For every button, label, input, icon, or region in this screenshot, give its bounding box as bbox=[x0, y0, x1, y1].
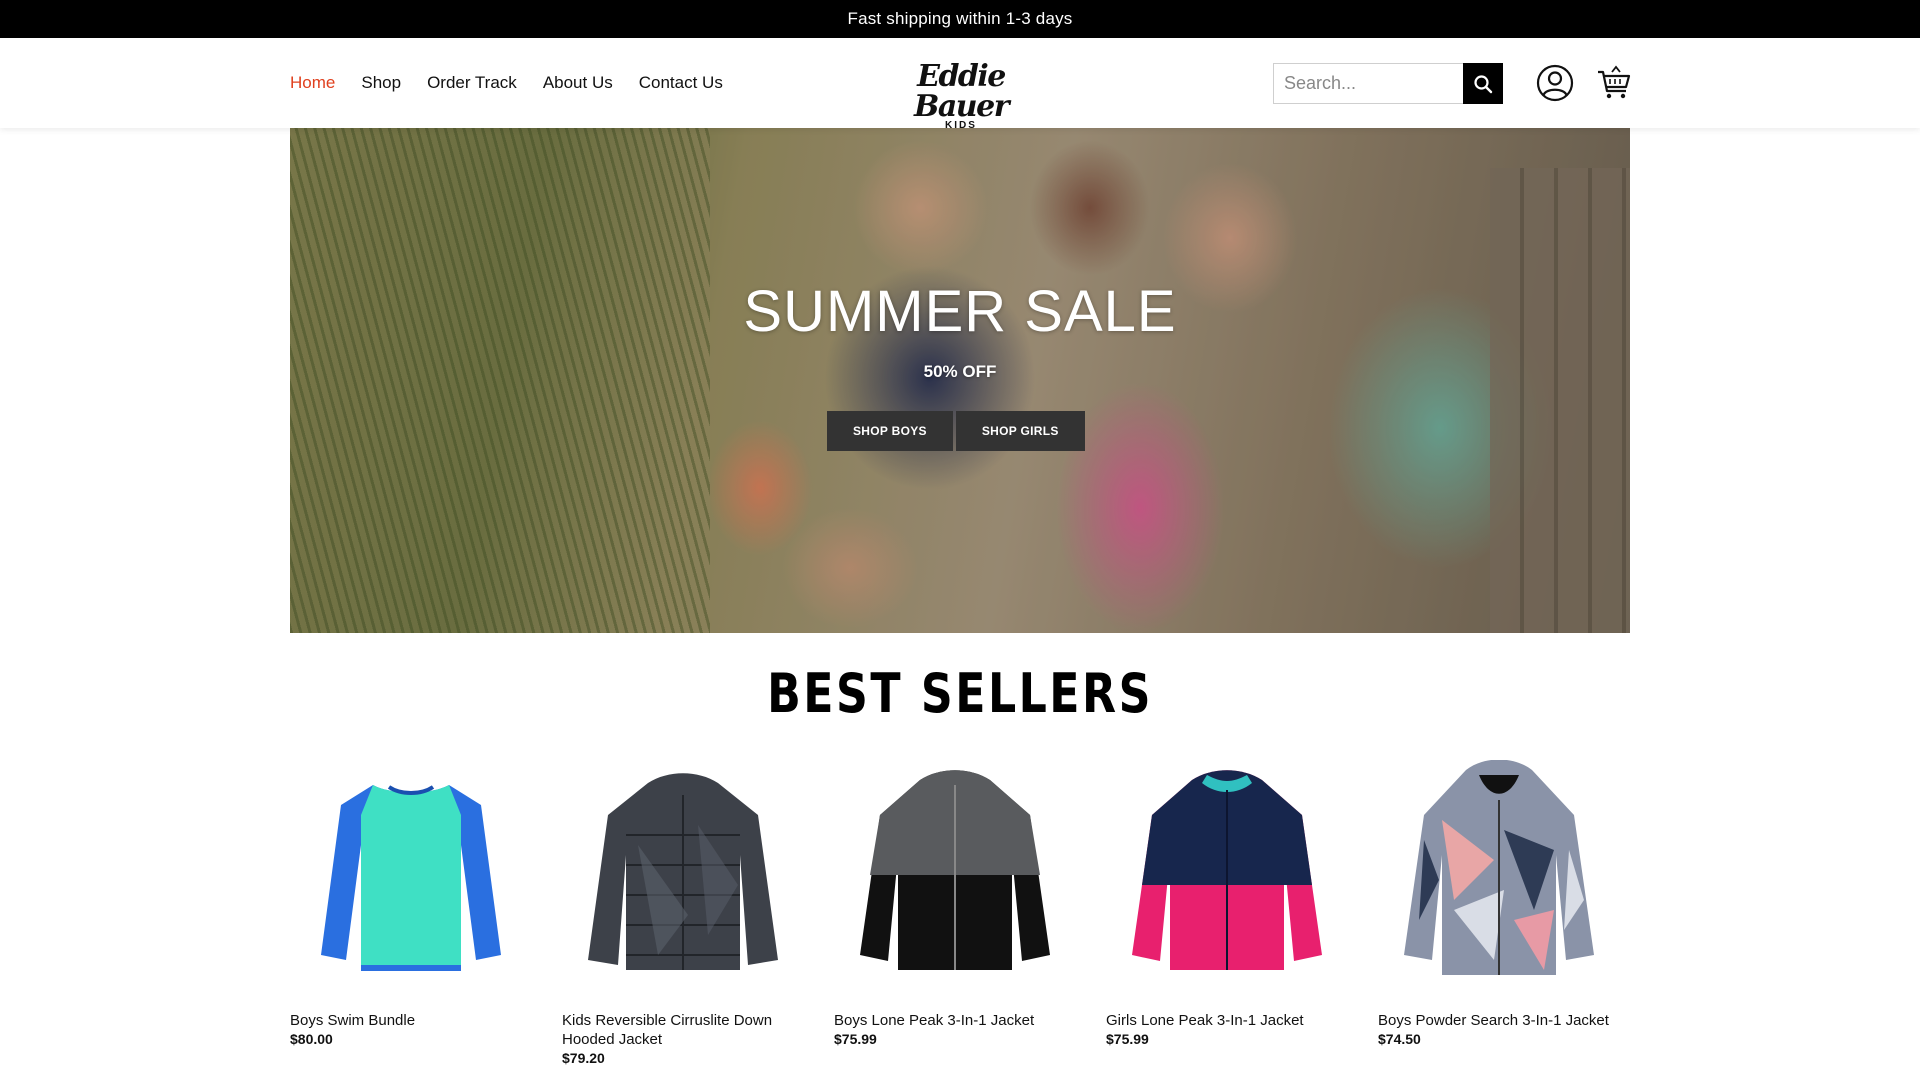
user-icon[interactable] bbox=[1536, 64, 1574, 102]
nav-home[interactable]: Home bbox=[290, 73, 335, 93]
boys-jacket-image bbox=[860, 770, 1050, 970]
product-grid: Boys Swim Bundle $80.00 Kids Reversible … bbox=[290, 755, 1630, 1066]
product-card[interactable]: Boys Powder Search 3-In-1 Jacket $74.50 bbox=[1378, 755, 1620, 1066]
shop-boys-button[interactable]: SHOP BOYS bbox=[827, 411, 953, 451]
nav-shop[interactable]: Shop bbox=[361, 73, 401, 93]
product-price: $80.00 bbox=[290, 1031, 333, 1047]
logo-wordmark: Eddie Bauer bbox=[914, 59, 1010, 124]
hero-title: SUMMER SALE bbox=[743, 279, 1177, 344]
product-name[interactable]: Boys Lone Peak 3-In-1 Jacket bbox=[834, 1011, 1076, 1030]
product-price: $74.50 bbox=[1378, 1031, 1421, 1047]
rashguard-shirt-image bbox=[321, 785, 501, 971]
product-price: $79.20 bbox=[562, 1050, 605, 1066]
product-card[interactable]: Kids Reversible Cirruslite Down Hooded J… bbox=[562, 755, 804, 1066]
hero-banner: SUMMER SALE 50% OFF SHOP BOYS SHOP GIRLS bbox=[290, 128, 1630, 633]
product-name[interactable]: Boys Powder Search 3-In-1 Jacket bbox=[1378, 1011, 1620, 1030]
search-icon bbox=[1474, 74, 1493, 93]
nav-about-us[interactable]: About Us bbox=[543, 73, 613, 93]
logo-subtitle: KIDS bbox=[945, 120, 977, 131]
product-name[interactable]: Kids Reversible Cirruslite Down Hooded J… bbox=[562, 1011, 804, 1049]
product-image[interactable] bbox=[562, 755, 804, 995]
product-price: $75.99 bbox=[1106, 1031, 1149, 1047]
product-image[interactable] bbox=[834, 755, 1076, 995]
hero-subtitle: 50% OFF bbox=[923, 362, 997, 381]
search-input[interactable] bbox=[1273, 63, 1463, 104]
product-card[interactable]: Boys Lone Peak 3-In-1 Jacket $75.99 bbox=[834, 755, 1076, 1066]
search-bar bbox=[1273, 63, 1503, 104]
announcement-bar: Fast shipping within 1-3 days bbox=[0, 0, 1920, 38]
product-card[interactable]: Boys Swim Bundle $80.00 bbox=[290, 755, 532, 1066]
product-name[interactable]: Girls Lone Peak 3-In-1 Jacket bbox=[1106, 1011, 1348, 1030]
announcement-text: Fast shipping within 1-3 days bbox=[847, 9, 1073, 28]
nav-contact-us[interactable]: Contact Us bbox=[639, 73, 723, 93]
main-nav: Home Shop Order Track About Us Contact U… bbox=[290, 38, 723, 128]
camo-jacket-image bbox=[1404, 760, 1594, 975]
product-image[interactable] bbox=[1378, 755, 1620, 995]
puffer-jacket-image bbox=[588, 773, 778, 970]
site-header: Home Shop Order Track About Us Contact U… bbox=[0, 38, 1920, 132]
best-sellers-title: BEST SELLERS bbox=[767, 662, 1153, 725]
hero-buttons: SHOP BOYS SHOP GIRLS bbox=[827, 411, 1085, 451]
product-name[interactable]: Boys Swim Bundle bbox=[290, 1011, 532, 1030]
shop-girls-button[interactable]: SHOP GIRLS bbox=[955, 411, 1085, 451]
nav-order-track[interactable]: Order Track bbox=[427, 73, 517, 93]
search-button[interactable] bbox=[1463, 63, 1503, 104]
girls-jacket-image bbox=[1132, 770, 1322, 970]
product-image[interactable] bbox=[290, 755, 532, 995]
brand-logo[interactable]: Eddie Bauer KIDS bbox=[866, 62, 1056, 132]
product-price: $75.99 bbox=[834, 1031, 877, 1047]
product-card[interactable]: Girls Lone Peak 3-In-1 Jacket $75.99 bbox=[1106, 755, 1348, 1066]
cart-icon[interactable] bbox=[1596, 64, 1632, 100]
product-image[interactable] bbox=[1106, 755, 1348, 995]
